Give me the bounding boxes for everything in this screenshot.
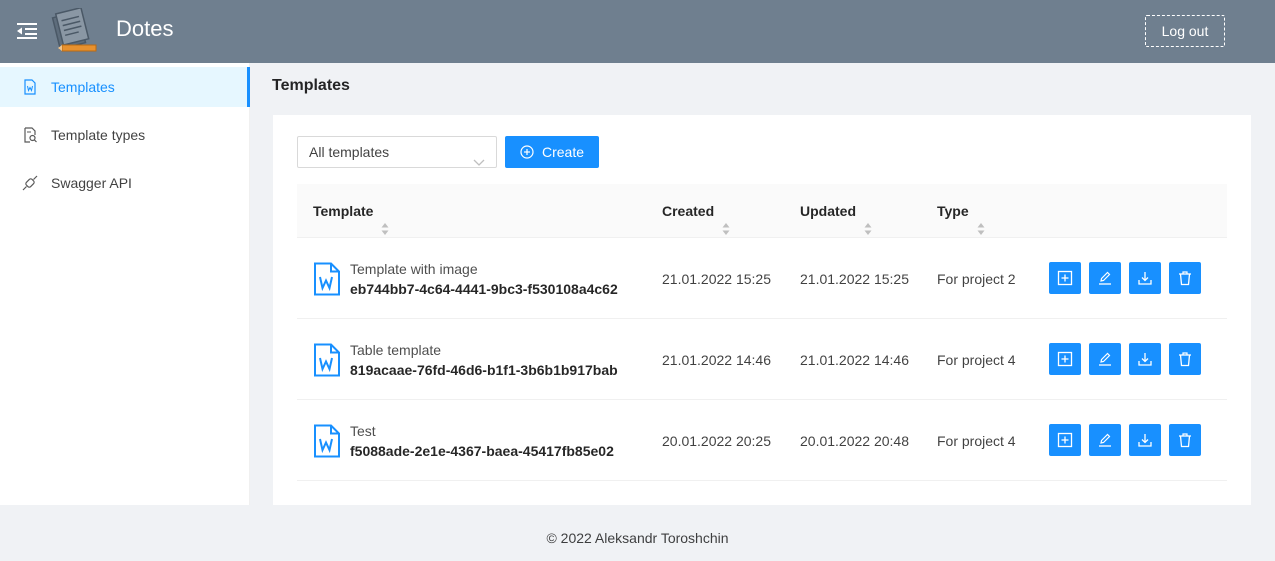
column-header-label: Updated xyxy=(800,203,856,219)
table-header: Template Created Updated Type xyxy=(297,184,1227,238)
created-cell: 21.01.2022 15:25 xyxy=(662,270,771,287)
delete-button[interactable] xyxy=(1169,262,1201,294)
app-logo-icon xyxy=(50,6,98,54)
column-header-label: Template xyxy=(313,203,374,219)
sidebar-item-templates[interactable]: Templates xyxy=(0,67,250,107)
download-button[interactable] xyxy=(1129,343,1161,375)
column-header-label: Created xyxy=(662,203,715,219)
create-button[interactable]: Create xyxy=(505,136,599,168)
delete-button[interactable] xyxy=(1169,343,1201,375)
page-title: Templates xyxy=(272,77,350,94)
plus-square-icon xyxy=(1057,270,1073,286)
footer-copyright: © 2022 Aleksandr Toroshchin xyxy=(546,530,729,546)
updated-cell: 21.01.2022 14:46 xyxy=(800,351,909,368)
template-cell: Test f5088ade-2e1e-4367-baea-45417fb85e0… xyxy=(313,400,614,481)
table-row: Test f5088ade-2e1e-4367-baea-45417fb85e0… xyxy=(297,400,1227,481)
template-id: f5088ade-2e1e-4367-baea-45417fb85e02 xyxy=(350,442,614,459)
table-row: Template with image eb744bb7-4c64-4441-9… xyxy=(297,238,1227,319)
template-filter-value: All templates xyxy=(309,144,390,160)
sort-icon xyxy=(381,204,389,236)
download-icon xyxy=(1138,353,1152,366)
download-icon xyxy=(1138,272,1152,285)
sidebar-item-label: Template types xyxy=(51,127,146,143)
download-button[interactable] xyxy=(1129,424,1161,456)
sidebar: Templates Template types Swagger API xyxy=(0,63,250,505)
template-name: Table template xyxy=(350,341,442,358)
created-cell: 21.01.2022 14:46 xyxy=(662,351,771,368)
sidebar-item-label: Templates xyxy=(51,79,115,95)
template-info: Table template 819acaae-76fd-46d6-b1f1-3… xyxy=(350,342,618,378)
sidebar-item-label: Swagger API xyxy=(51,175,132,191)
file-search-icon xyxy=(22,127,38,143)
add-document-button[interactable] xyxy=(1049,343,1081,375)
template-name: Test xyxy=(350,422,376,439)
chevron-down-icon xyxy=(473,147,485,166)
download-button[interactable] xyxy=(1129,262,1161,294)
app-title: Dotes xyxy=(116,16,174,41)
menu-fold-icon[interactable] xyxy=(17,22,37,40)
word-file-icon xyxy=(22,79,38,95)
template-info: Test f5088ade-2e1e-4367-baea-45417fb85e0… xyxy=(350,423,614,459)
sort-icon xyxy=(722,204,730,236)
sort-icon xyxy=(977,204,985,236)
edit-icon xyxy=(1099,352,1111,366)
edit-button[interactable] xyxy=(1089,424,1121,456)
templates-card: All templates Create Template Created Up… xyxy=(273,115,1251,505)
add-document-button[interactable] xyxy=(1049,262,1081,294)
updated-cell: 20.01.2022 20:48 xyxy=(800,432,909,449)
word-document-icon xyxy=(313,343,341,377)
logout-button[interactable]: Log out xyxy=(1145,15,1225,47)
type-cell: For project 4 xyxy=(937,351,1016,368)
template-id: eb744bb7-4c64-4441-9bc3-f530108a4c62 xyxy=(350,280,618,297)
template-name: Template with image xyxy=(350,260,478,277)
sort-icon xyxy=(864,204,872,236)
created-cell: 20.01.2022 20:25 xyxy=(662,432,771,449)
templates-table: Template Created Updated Type Template w… xyxy=(297,184,1227,481)
sidebar-item-swagger-api[interactable]: Swagger API xyxy=(0,163,250,203)
type-cell: For project 2 xyxy=(937,270,1016,287)
app-header: Dotes Log out xyxy=(0,0,1275,63)
column-header-label: Type xyxy=(937,203,969,219)
edit-button[interactable] xyxy=(1089,343,1121,375)
column-header-template[interactable]: Template xyxy=(313,184,389,238)
word-document-icon xyxy=(313,424,341,458)
column-header-type[interactable]: Type xyxy=(937,184,985,238)
row-actions xyxy=(1049,262,1201,294)
plus-circle-icon xyxy=(520,145,534,159)
template-id: 819acaae-76fd-46d6-b1f1-3b6b1b917bab xyxy=(350,361,618,378)
row-actions xyxy=(1049,424,1201,456)
template-cell: Table template 819acaae-76fd-46d6-b1f1-3… xyxy=(313,319,618,400)
create-button-label: Create xyxy=(541,144,585,160)
plus-square-icon xyxy=(1057,351,1073,367)
template-info: Template with image eb744bb7-4c64-4441-9… xyxy=(350,261,618,297)
delete-icon xyxy=(1179,433,1191,448)
edit-icon xyxy=(1099,433,1111,447)
column-header-updated[interactable]: Updated xyxy=(800,184,872,238)
word-document-icon xyxy=(313,262,341,296)
row-actions xyxy=(1049,343,1201,375)
download-icon xyxy=(1138,434,1152,447)
template-filter-select[interactable]: All templates xyxy=(297,136,497,168)
column-header-created[interactable]: Created xyxy=(662,184,730,238)
delete-icon xyxy=(1179,271,1191,286)
delete-icon xyxy=(1179,352,1191,367)
edit-icon xyxy=(1099,271,1111,285)
delete-button[interactable] xyxy=(1169,424,1201,456)
template-cell: Template with image eb744bb7-4c64-4441-9… xyxy=(313,238,618,319)
sidebar-item-template-types[interactable]: Template types xyxy=(0,115,250,155)
edit-button[interactable] xyxy=(1089,262,1121,294)
updated-cell: 21.01.2022 15:25 xyxy=(800,270,909,287)
plus-square-icon xyxy=(1057,432,1073,448)
type-cell: For project 4 xyxy=(937,432,1016,449)
table-row: Table template 819acaae-76fd-46d6-b1f1-3… xyxy=(297,319,1227,400)
api-icon xyxy=(22,175,38,191)
add-document-button[interactable] xyxy=(1049,424,1081,456)
